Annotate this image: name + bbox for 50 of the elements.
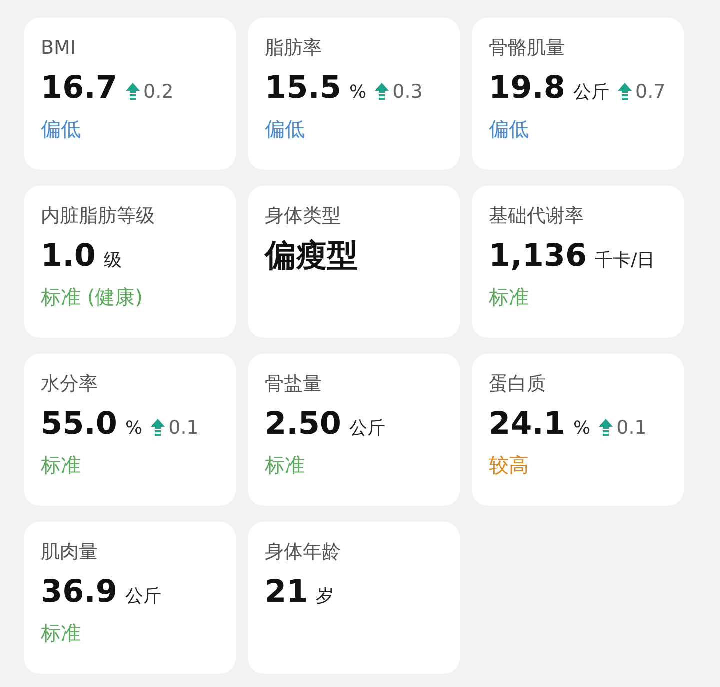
metric-title: 身体类型 bbox=[265, 204, 341, 229]
status-label: 标准 bbox=[489, 284, 529, 311]
unit-label: % bbox=[574, 417, 591, 441]
metric-value: 55.0 bbox=[41, 405, 118, 444]
unit-label: 公斤 bbox=[350, 417, 386, 441]
metric-value: 19.8 bbox=[489, 69, 566, 108]
up-arrow-icon bbox=[126, 83, 140, 102]
up-arrow-icon bbox=[618, 83, 632, 102]
unit-label: 岁 bbox=[316, 585, 334, 609]
metric-title: BMI bbox=[41, 36, 76, 61]
unit-label: % bbox=[350, 81, 367, 105]
up-arrow-icon bbox=[150, 419, 165, 438]
metric-title: 骨盐量 bbox=[265, 372, 322, 397]
metric-value: 21 bbox=[265, 573, 308, 612]
status-label: 标准 (健康) bbox=[41, 284, 143, 311]
status-label: 标准 bbox=[265, 452, 305, 479]
change-value: 0.1 bbox=[168, 416, 199, 441]
metric-title: 肌肉量 bbox=[41, 540, 98, 565]
unit-label: 公斤 bbox=[126, 585, 162, 609]
metric-value: 36.9 bbox=[41, 573, 118, 612]
metric-title: 蛋白质 bbox=[489, 372, 546, 397]
unit-label: 级 bbox=[104, 249, 122, 273]
metric-value: 15.5 bbox=[265, 69, 342, 108]
metric-title: 脂肪率 bbox=[265, 36, 322, 61]
change-value: 0.1 bbox=[616, 416, 647, 441]
status-label: 标准 bbox=[41, 452, 81, 479]
metric-title: 水分率 bbox=[41, 372, 98, 397]
change-value: 0.3 bbox=[392, 80, 423, 105]
status-label: 较高 bbox=[489, 452, 529, 479]
metric-value: 24.1 bbox=[489, 405, 566, 444]
metric-value: 16.7 bbox=[41, 69, 118, 108]
metric-title: 身体年龄 bbox=[265, 540, 341, 565]
change-value: 0.2 bbox=[144, 80, 174, 105]
metric-value: 2.50 bbox=[265, 405, 342, 444]
metric-value: 偏瘦型 bbox=[265, 237, 358, 276]
unit-label: % bbox=[126, 417, 143, 441]
metric-title: 骨骼肌量 bbox=[489, 36, 565, 61]
up-arrow-icon bbox=[374, 83, 389, 102]
metric-title: 内脏脂肪等级 bbox=[41, 204, 155, 229]
status-label: 标准 bbox=[41, 620, 81, 647]
unit-label: 公斤 bbox=[574, 81, 610, 105]
metric-value: 1.0 bbox=[41, 237, 96, 276]
status-label: 偏低 bbox=[489, 116, 529, 143]
status-label: 偏低 bbox=[41, 116, 81, 143]
metric-value: 1,136 bbox=[489, 237, 588, 276]
status-label: 偏低 bbox=[265, 116, 305, 143]
up-arrow-icon bbox=[598, 419, 613, 438]
metric-title: 基础代谢率 bbox=[489, 204, 584, 229]
unit-label: 千卡/日 bbox=[595, 249, 656, 273]
change-value: 0.7 bbox=[636, 80, 666, 105]
